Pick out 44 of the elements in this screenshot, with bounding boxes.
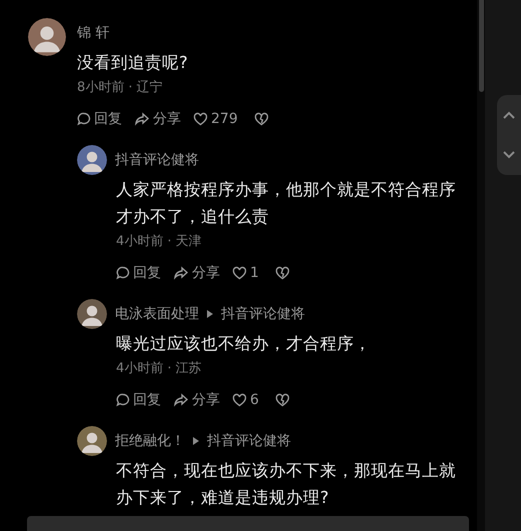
heart-icon: [232, 393, 247, 407]
heart-icon: [193, 112, 208, 126]
avatar[interactable]: [77, 145, 107, 175]
comment-input-bar[interactable]: [27, 516, 469, 531]
reply-meta: 4小时前 · 天津: [116, 233, 203, 251]
comment-icon: [77, 112, 91, 126]
author-name[interactable]: 电泳表面处理: [115, 305, 199, 323]
avatar[interactable]: [28, 18, 66, 56]
reply-text: 曝光过应该也不给办，才合程序，: [116, 333, 372, 355]
broken-heart-icon[interactable]: [254, 112, 269, 126]
author-name[interactable]: 抖音评论健将: [115, 151, 199, 169]
author-name[interactable]: 锦 轩: [77, 24, 110, 42]
avatar[interactable]: [77, 299, 107, 329]
chevron-down-icon: [502, 150, 516, 160]
author-name[interactable]: 拒绝融化！: [115, 432, 185, 450]
reply-target-name[interactable]: 抖音评论健将: [221, 305, 305, 323]
like-button[interactable]: 279: [193, 111, 238, 127]
heart-icon: [232, 266, 247, 280]
reply-text: 人家严格按程序办事，他那个就是不符合程序才办不了，追什么责: [116, 179, 457, 228]
share-button[interactable]: 分享: [173, 391, 220, 409]
broken-heart-icon[interactable]: [274, 266, 290, 280]
comment-meta: 8小时前 · 辽宁: [77, 79, 164, 97]
comment-text: 没看到追责呢?: [77, 52, 189, 74]
broken-heart-icon[interactable]: [274, 393, 290, 407]
reply-text: 不符合，现在也应该办不下来，那现在马上就办下来了，难道是违规办理?: [116, 460, 457, 509]
like-button[interactable]: 1: [232, 265, 259, 281]
chevron-up-icon: [502, 110, 516, 120]
reply-button[interactable]: 回复: [116, 391, 161, 409]
avatar[interactable]: [77, 426, 107, 456]
comment-icon: [116, 266, 130, 280]
reply-meta: 4小时前 · 江苏: [116, 360, 203, 378]
share-icon: [173, 393, 189, 407]
like-button[interactable]: 6: [232, 392, 259, 408]
caret-icon: [193, 437, 199, 445]
share-icon: [173, 266, 189, 280]
share-icon: [134, 112, 150, 126]
comment-icon: [116, 393, 130, 407]
scrollbar-thumb[interactable]: [478, 0, 484, 92]
reply-button[interactable]: 回复: [116, 264, 161, 282]
share-button[interactable]: 分享: [134, 110, 181, 128]
reply-target-name[interactable]: 抖音评论健将: [207, 432, 291, 450]
caret-icon: [207, 310, 213, 318]
share-button[interactable]: 分享: [173, 264, 220, 282]
reply-button[interactable]: 回复: [77, 110, 122, 128]
